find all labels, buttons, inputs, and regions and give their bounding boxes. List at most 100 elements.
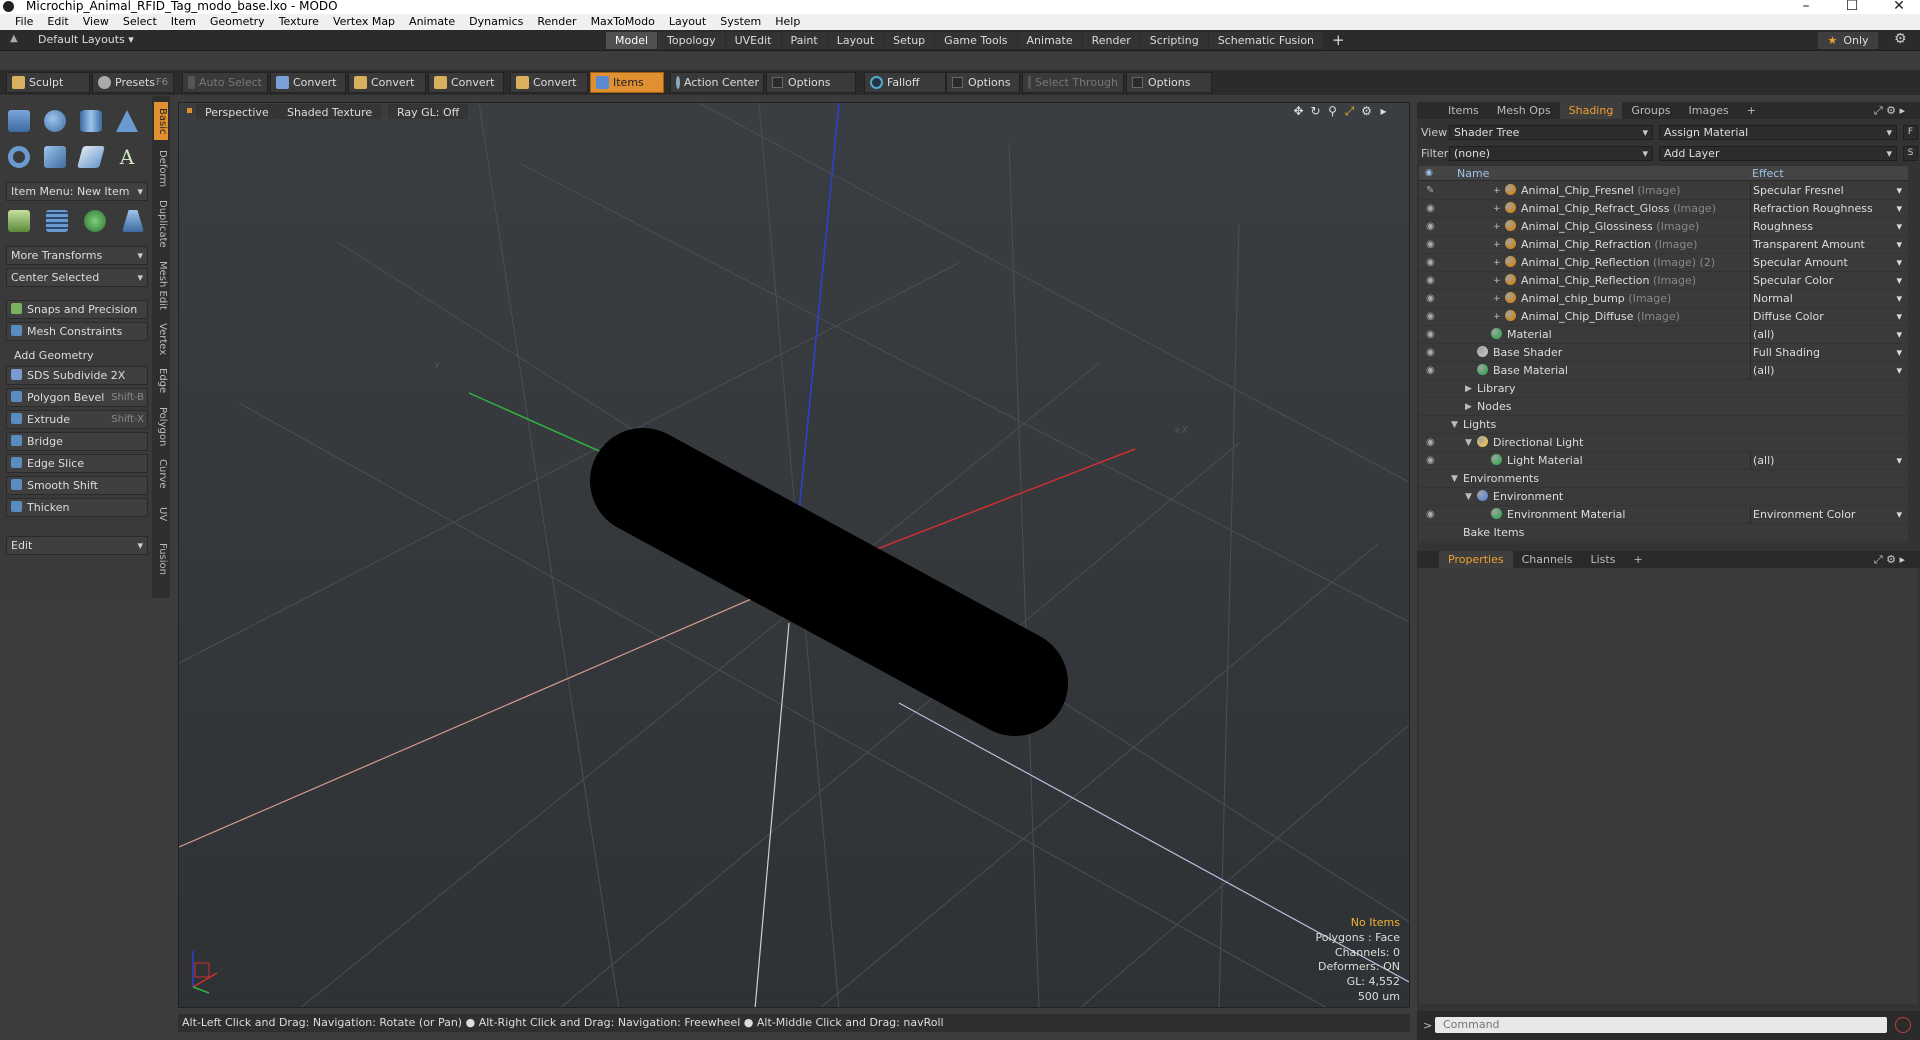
side-tab-fusion[interactable]: Fusion bbox=[154, 536, 168, 582]
cylinder-icon[interactable] bbox=[80, 110, 102, 132]
menu-geometry[interactable]: Geometry bbox=[210, 14, 265, 30]
falloff-button[interactable]: Falloff bbox=[864, 72, 946, 93]
trapezoid-icon[interactable] bbox=[122, 210, 144, 232]
options-checkbox[interactable] bbox=[952, 77, 963, 88]
menu-file[interactable]: File bbox=[15, 14, 33, 30]
menu-texture[interactable]: Texture bbox=[279, 14, 319, 30]
tree-row[interactable]: ◉ Base Material (all) bbox=[1419, 362, 1908, 380]
tool-extrude[interactable]: Extrude Shift-X bbox=[6, 410, 148, 429]
select-through-options-button[interactable]: Options bbox=[1126, 72, 1212, 93]
visibility-eye-icon[interactable]: ◉ bbox=[1426, 218, 1440, 236]
move-view-icon[interactable]: ✥ bbox=[1290, 104, 1307, 118]
item-menu-dropdown[interactable]: Item Menu: New Item bbox=[6, 182, 148, 201]
select-through-button[interactable]: Select Through bbox=[1022, 72, 1124, 93]
menu-view[interactable]: View bbox=[83, 14, 109, 30]
pen-icon[interactable] bbox=[77, 146, 105, 168]
layout-tab-render[interactable]: Render bbox=[1082, 32, 1140, 49]
tree-row[interactable]: Bake Items bbox=[1419, 524, 1908, 542]
viewport-settings-icon[interactable]: ⚙ bbox=[1358, 104, 1375, 118]
add-geometry-section[interactable]: Add Geometry bbox=[6, 348, 148, 364]
tree-row[interactable]: ▼ Lights bbox=[1419, 416, 1908, 434]
view-dropdown[interactable]: Shader Tree bbox=[1449, 125, 1653, 140]
visibility-eye-icon[interactable]: ◉ bbox=[1426, 506, 1440, 524]
convert-polygons-button[interactable]: Convert bbox=[428, 72, 504, 93]
visibility-eye-icon[interactable]: ◉ bbox=[1426, 434, 1440, 452]
effect-dropdown[interactable]: (all) bbox=[1750, 452, 1906, 470]
convert-edges-button[interactable]: Convert bbox=[348, 72, 426, 93]
shading-mode-dropdown[interactable]: Shaded Texture bbox=[278, 104, 382, 119]
layout-tab-animate[interactable]: Animate bbox=[1017, 32, 1082, 49]
menu-help[interactable]: Help bbox=[775, 14, 800, 30]
menu-render[interactable]: Render bbox=[537, 14, 576, 30]
visibility-eye-icon[interactable]: ◉ bbox=[1426, 308, 1440, 326]
effect-dropdown[interactable]: Full Shading bbox=[1750, 344, 1906, 362]
expand-toggle-icon[interactable]: ▼ bbox=[1451, 470, 1461, 488]
items-mode-button[interactable]: Items bbox=[590, 72, 664, 93]
tool-thicken[interactable]: Thicken bbox=[6, 498, 148, 517]
tree-row[interactable]: ◉ Material (all) bbox=[1419, 326, 1908, 344]
sphere-icon[interactable] bbox=[44, 110, 66, 132]
minimize-button[interactable]: – bbox=[1796, 0, 1816, 14]
side-tab-mesh-edit[interactable]: Mesh Edit bbox=[154, 256, 168, 314]
tree-row[interactable]: ◉ Light Material (all) bbox=[1419, 452, 1908, 470]
layout-tab-model[interactable]: Model bbox=[606, 32, 658, 49]
tree-row[interactable]: ▶ Nodes bbox=[1419, 398, 1908, 416]
viewport-menu-dot[interactable] bbox=[187, 108, 192, 113]
command-input[interactable]: Command bbox=[1435, 1017, 1887, 1033]
layout-tab-layout[interactable]: Layout bbox=[827, 32, 884, 49]
tool-smooth-shift[interactable]: Smooth Shift bbox=[6, 476, 148, 495]
expand-toggle-icon[interactable]: ▼ bbox=[1465, 434, 1475, 452]
rotate-view-icon[interactable]: ↻ bbox=[1307, 104, 1324, 118]
menu-item[interactable]: Item bbox=[171, 14, 196, 30]
capsule-icon[interactable] bbox=[44, 146, 66, 168]
visibility-eye-icon[interactable]: ◉ bbox=[1426, 200, 1440, 218]
effect-dropdown[interactable]: Specular Fresnel bbox=[1750, 182, 1906, 200]
tool-edge-slice[interactable]: Edge Slice bbox=[6, 454, 148, 473]
panel-tab-images[interactable]: Images bbox=[1680, 102, 1738, 119]
effect-dropdown[interactable]: Normal bbox=[1750, 290, 1906, 308]
edit-dropdown[interactable]: Edit bbox=[6, 536, 148, 555]
expand-toggle-icon[interactable]: + bbox=[1493, 236, 1503, 254]
effect-dropdown[interactable]: Diffuse Color bbox=[1750, 308, 1906, 326]
options-checkbox[interactable] bbox=[1132, 77, 1143, 88]
action-center-options-button[interactable]: Options bbox=[766, 72, 856, 93]
panel-tab-items[interactable]: Items bbox=[1439, 102, 1488, 119]
add-panel-tab-button[interactable]: + bbox=[1738, 102, 1765, 119]
effect-dropdown[interactable]: (all) bbox=[1750, 362, 1906, 380]
name-column-header[interactable]: Name bbox=[1457, 167, 1489, 180]
menu-dynamics[interactable]: Dynamics bbox=[469, 14, 523, 30]
panel-tab-properties[interactable]: Properties bbox=[1439, 551, 1513, 568]
menu-edit[interactable]: Edit bbox=[47, 14, 68, 30]
tree-row[interactable]: ◉ Environment Material Environment Color bbox=[1419, 506, 1908, 524]
tree-row[interactable]: ◉ + Animal_chip_bump (Image) Normal bbox=[1419, 290, 1908, 308]
presets-button[interactable]: Presets F6 bbox=[92, 72, 174, 93]
tree-row[interactable]: ▼ Environment bbox=[1419, 488, 1908, 506]
menu-select[interactable]: Select bbox=[123, 14, 157, 30]
layout-tab-uvedit[interactable]: UVEdit bbox=[725, 32, 781, 49]
mesh-constraints-button[interactable]: Mesh Constraints bbox=[6, 322, 148, 341]
tree-row[interactable]: ◉ + Animal_Chip_Diffuse (Image) Diffuse Col… bbox=[1419, 308, 1908, 326]
menu-maxtomodo[interactable]: MaxToModo bbox=[591, 14, 655, 30]
tree-row[interactable]: ▶ Library bbox=[1419, 380, 1908, 398]
visibility-eye-icon[interactable]: ◉ bbox=[1426, 344, 1440, 362]
side-tab-duplicate[interactable]: Duplicate bbox=[154, 196, 168, 252]
filter-dropdown[interactable]: (none) bbox=[1449, 146, 1653, 161]
maximize-button[interactable]: ☐ bbox=[1842, 0, 1862, 14]
tree-row[interactable]: ◉ + Animal_Chip_Refract_Gloss (Image) Refra… bbox=[1419, 200, 1908, 218]
record-icon[interactable] bbox=[1895, 1017, 1911, 1033]
expand-toggle-icon[interactable]: ▼ bbox=[1465, 488, 1475, 506]
effect-dropdown[interactable]: Roughness bbox=[1750, 218, 1906, 236]
effect-dropdown[interactable]: Refraction Roughness bbox=[1750, 200, 1906, 218]
tree-row[interactable]: ◉ + Animal_Chip_Glossiness (Image) Roughnes… bbox=[1419, 218, 1908, 236]
snaps-precision-button[interactable]: Snaps and Precision bbox=[6, 300, 148, 319]
layout-tab-paint[interactable]: Paint bbox=[781, 32, 827, 49]
side-tab-curve[interactable]: Curve bbox=[154, 456, 168, 492]
visibility-eye-icon[interactable]: ◉ bbox=[1426, 290, 1440, 308]
visibility-eye-icon[interactable]: ◉ bbox=[1426, 326, 1440, 344]
convert-vertices-button[interactable]: Convert bbox=[270, 72, 346, 93]
expand-toggle-icon[interactable]: ▶ bbox=[1465, 398, 1475, 416]
tree-row[interactable]: ◉ + Animal_Chip_Reflection (Image) (2) Spec… bbox=[1419, 254, 1908, 272]
side-tab-basic[interactable]: Basic bbox=[154, 102, 168, 140]
tree-row[interactable]: ✎ + Animal_Chip_Fresnel (Image) Specular Fr… bbox=[1419, 182, 1908, 200]
effect-column-header[interactable]: Effect bbox=[1752, 167, 1784, 180]
